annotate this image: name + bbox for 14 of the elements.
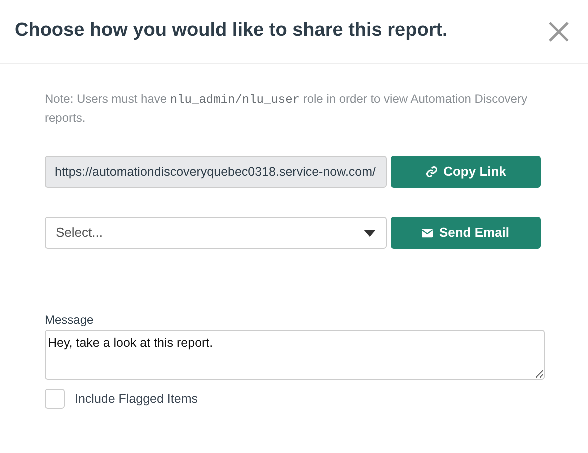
link-field[interactable]: https://automationdiscoveryquebec0318.service-now.com/ [45, 156, 387, 188]
note-text: Note: Users must have nlu_admin/nlu_user role in order to view Automation Discovery reports. [45, 91, 528, 127]
message-field[interactable]: Hey, take a look at this report. [45, 330, 545, 380]
include-flagged-label: Include Flagged Items [75, 390, 198, 408]
envelope-icon [422, 228, 434, 238]
include-flagged-checkbox[interactable] [45, 389, 65, 409]
send-email-button[interactable]: Send Email [391, 217, 541, 249]
recipient-select[interactable]: Select... [45, 217, 387, 249]
message-label: Message [45, 312, 94, 329]
close-icon[interactable] [548, 20, 570, 42]
dialog-title: Choose how you would like to share this report. [15, 19, 448, 44]
copy-link-button[interactable]: Copy Link [391, 156, 541, 188]
caret-icon [364, 230, 376, 236]
link-icon [426, 166, 438, 178]
